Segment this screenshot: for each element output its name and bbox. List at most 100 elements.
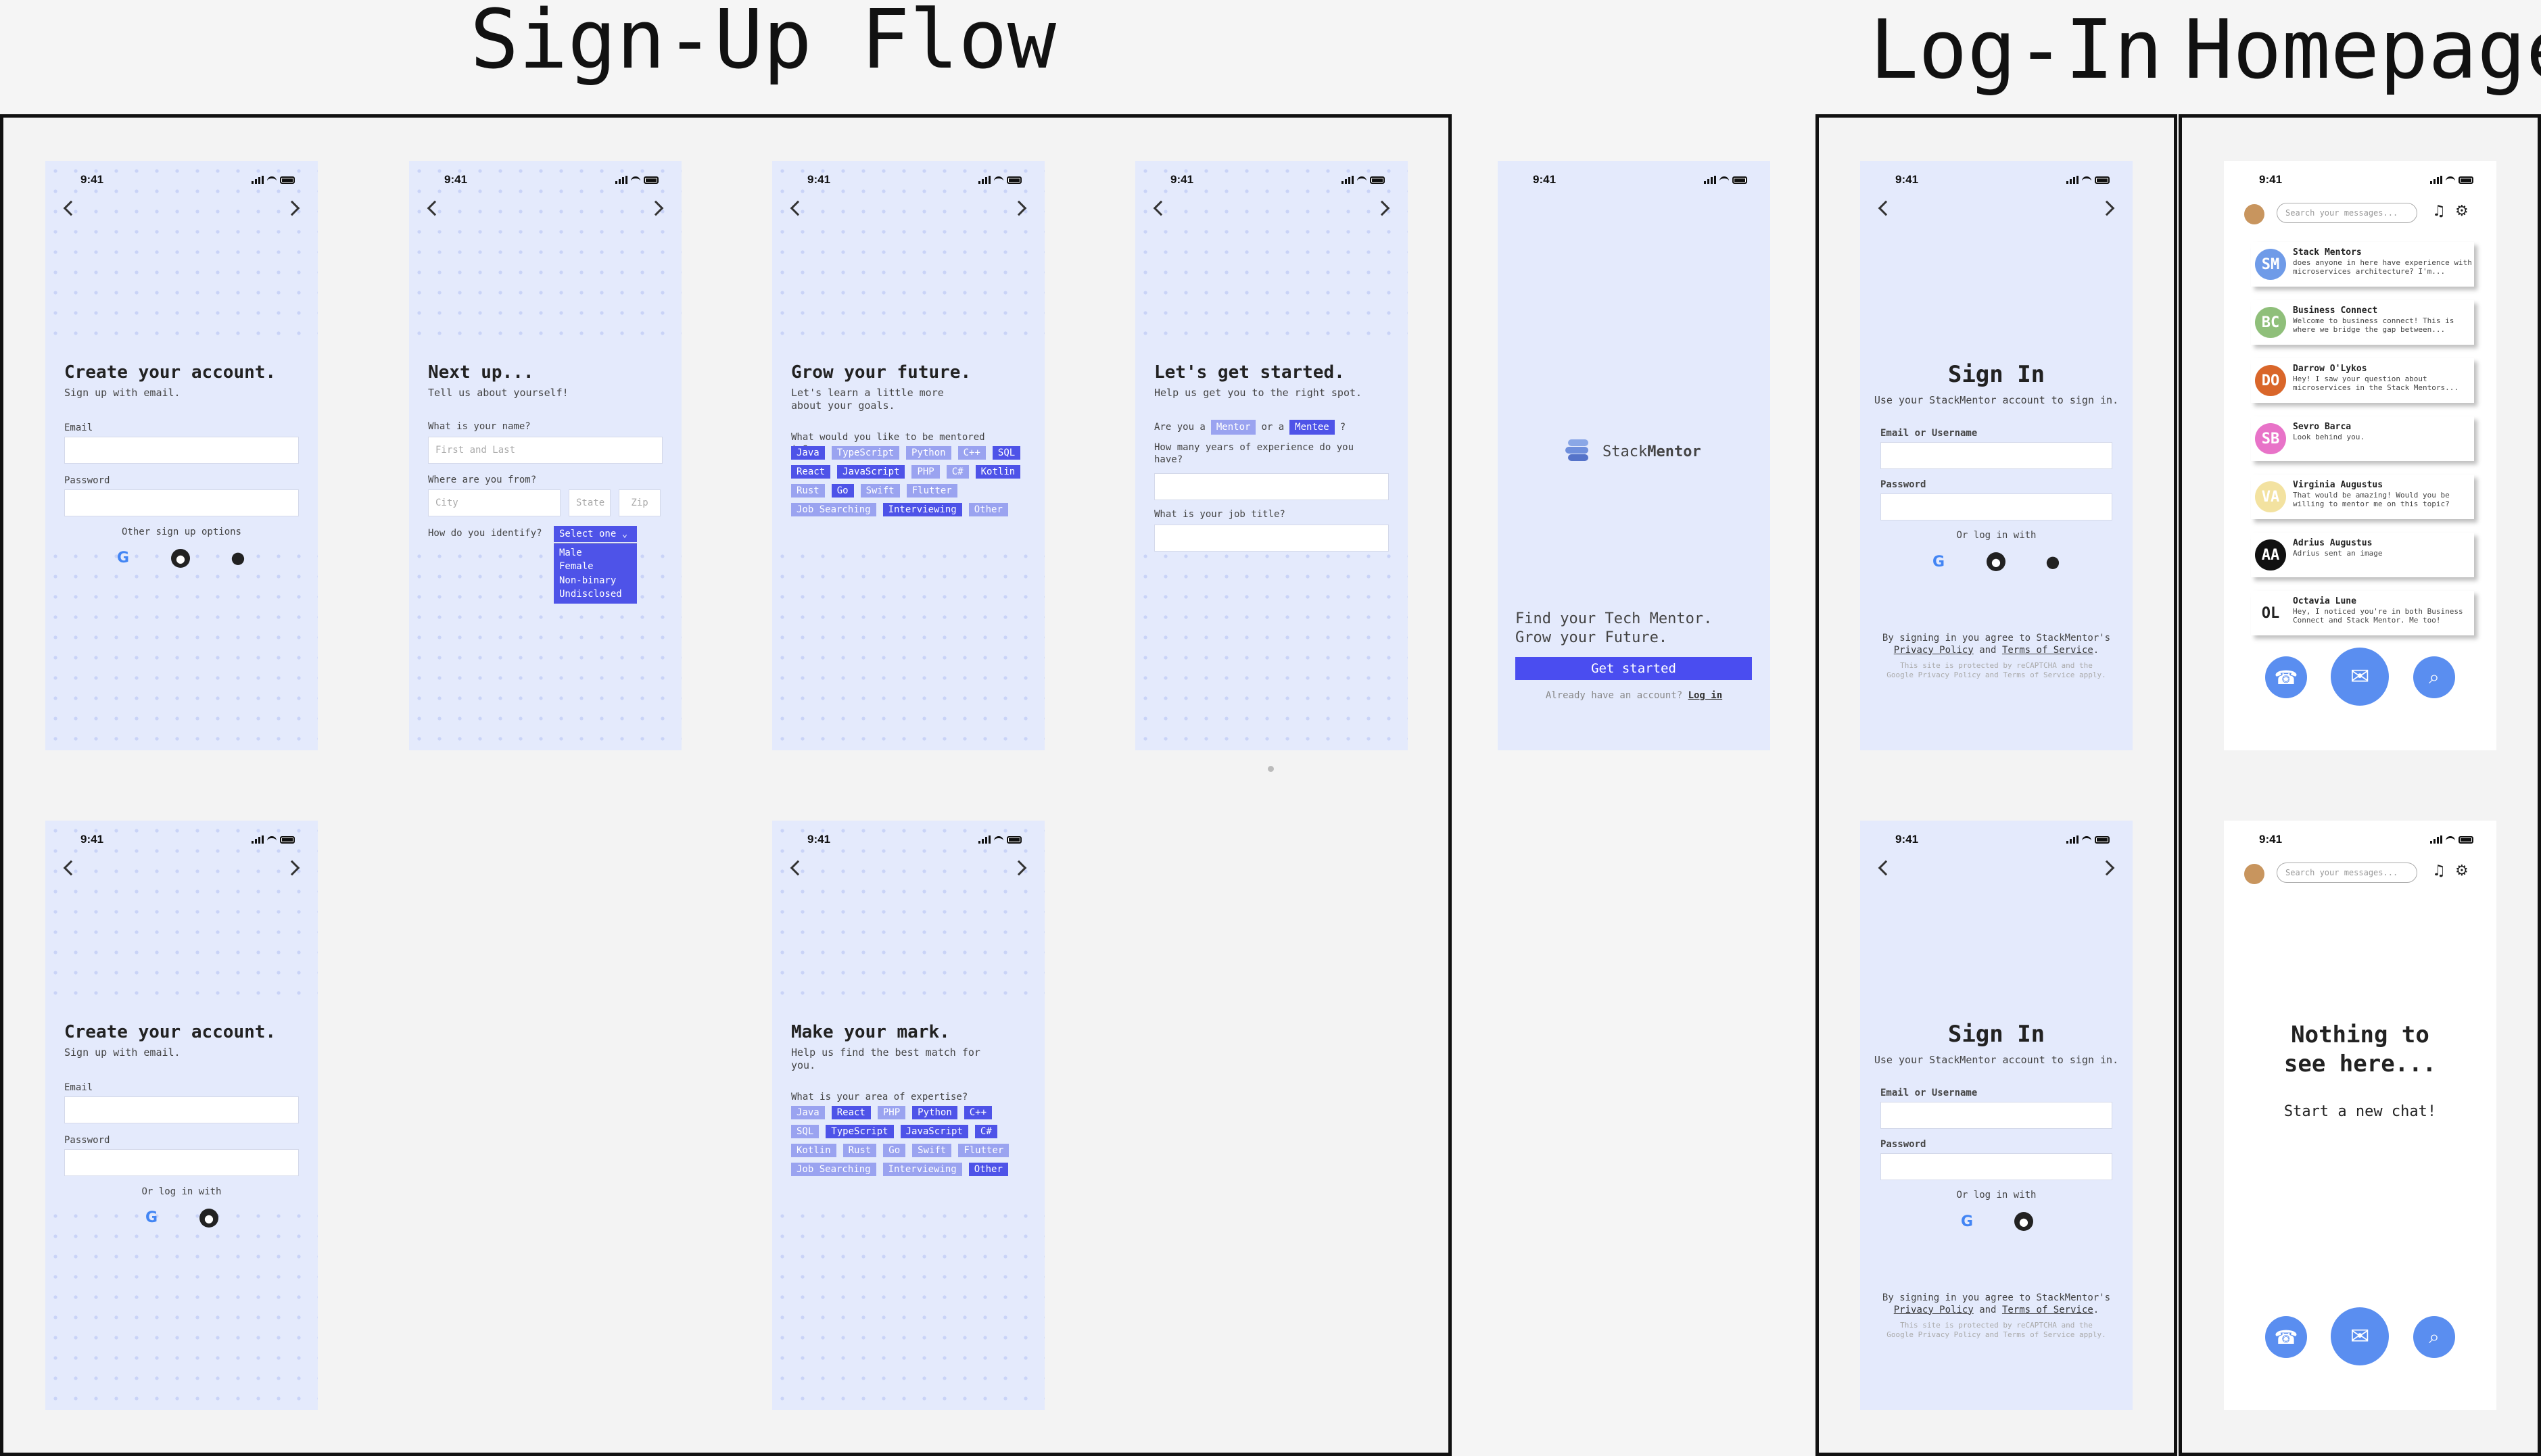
github-icon[interactable]: ●	[199, 1209, 218, 1228]
mentor-chip[interactable]: Mentor	[1210, 420, 1256, 435]
topic-chip[interactable]: Python	[906, 446, 951, 460]
topic-chip[interactable]: Flutter	[958, 1144, 1010, 1157]
chat-row[interactable]: OL Octavia Lune Hey, I noticed you're in b…	[2251, 591, 2474, 635]
search-icon[interactable]: ⌕	[2413, 656, 2455, 698]
avatar[interactable]	[2244, 864, 2264, 884]
call-icon[interactable]: ☎	[2265, 1316, 2307, 1358]
apple-icon[interactable]: ●	[2041, 550, 2064, 573]
github-icon[interactable]: ●	[171, 549, 190, 568]
city-field[interactable]: City	[428, 489, 561, 516]
email-field[interactable]	[64, 1096, 299, 1123]
topic-chip[interactable]: TypeScript	[826, 1125, 894, 1138]
google-icon[interactable]: G	[1955, 1210, 1978, 1233]
chat-row[interactable]: VA Virginia Augustus That would be amazing…	[2251, 475, 2474, 519]
back-icon[interactable]	[427, 200, 443, 216]
topic-chip[interactable]: Swift	[912, 1144, 952, 1157]
topic-chip[interactable]: Interviewing	[882, 503, 962, 516]
username-field[interactable]	[1880, 1102, 2112, 1129]
topic-chip[interactable]: Rust	[791, 484, 825, 498]
back-icon[interactable]	[1878, 200, 1894, 216]
bell-icon[interactable]: ♫	[2432, 203, 2446, 220]
topic-chip[interactable]: Interviewing	[882, 1163, 962, 1176]
chat-row[interactable]: SM Stack Mentors does anyone in here have …	[2251, 242, 2474, 287]
terms-link[interactable]: Terms of Service	[2002, 645, 2093, 656]
search-icon[interactable]: ⌕	[2413, 1316, 2455, 1358]
topic-chip[interactable]: JavaScript	[837, 465, 905, 479]
password-field[interactable]	[64, 1149, 299, 1176]
topic-chip[interactable]: C++	[964, 1106, 993, 1119]
topic-chip[interactable]: C++	[957, 446, 986, 460]
bell-icon[interactable]: ♫	[2432, 863, 2446, 879]
get-started-button[interactable]: Get started	[1515, 657, 1752, 680]
back-icon[interactable]	[1878, 860, 1894, 876]
topic-chip[interactable]: C#	[946, 465, 969, 479]
topic-chip[interactable]: SQL	[992, 446, 1021, 460]
state-field[interactable]: State	[569, 489, 611, 516]
privacy-link[interactable]: Privacy Policy	[1894, 1305, 1974, 1315]
terms-link[interactable]: Terms of Service	[2002, 1305, 2093, 1315]
mentee-chip[interactable]: Mentee	[1289, 420, 1335, 435]
search-input[interactable]: Search your messages...	[2277, 863, 2417, 883]
username-field[interactable]	[1880, 442, 2112, 469]
forward-icon[interactable]	[2099, 200, 2115, 216]
name-field[interactable]: First and Last	[428, 437, 663, 464]
topic-chip[interactable]: Java	[791, 1106, 825, 1119]
topic-chip[interactable]: PHP	[911, 465, 940, 479]
github-icon[interactable]: ●	[1987, 552, 2005, 571]
password-field[interactable]	[1880, 1153, 2112, 1180]
topic-chip[interactable]: Other	[968, 503, 1008, 516]
forward-icon[interactable]	[648, 200, 664, 216]
chat-row[interactable]: DO Darrow O'Lykos Hey! I saw your question…	[2251, 358, 2474, 403]
google-icon[interactable]: G	[1927, 550, 1950, 573]
avatar[interactable]	[2244, 204, 2264, 224]
option-male[interactable]: Male	[559, 546, 632, 560]
forward-icon[interactable]	[1374, 200, 1390, 216]
google-icon[interactable]: G	[112, 546, 135, 569]
new-chat-icon[interactable]: ✉	[2331, 1307, 2389, 1365]
chat-row[interactable]: BC Business Connect Welcome to business co…	[2251, 300, 2474, 345]
back-icon[interactable]	[1153, 200, 1169, 216]
back-icon[interactable]	[790, 200, 806, 216]
new-chat-icon[interactable]: ✉	[2331, 648, 2389, 706]
back-icon[interactable]	[63, 860, 79, 876]
identity-select[interactable]: Select one ⌄	[554, 526, 637, 543]
topic-chip[interactable]: Java	[791, 446, 825, 460]
topic-chip[interactable]: Kotlin	[975, 465, 1021, 479]
chat-row[interactable]: AA Adrius Augustus Adrius sent an image	[2251, 533, 2474, 577]
option-undisclosed[interactable]: Undisclosed	[559, 587, 632, 601]
topic-chip[interactable]: TypeScript	[831, 446, 900, 460]
option-female[interactable]: Female	[559, 560, 632, 573]
privacy-link[interactable]: Privacy Policy	[1894, 645, 1974, 656]
topic-chip[interactable]: Job Searching	[791, 503, 876, 516]
job-title-field[interactable]	[1154, 525, 1389, 552]
forward-icon[interactable]	[284, 200, 300, 216]
topic-chip[interactable]: React	[831, 1106, 871, 1119]
years-field[interactable]	[1154, 473, 1389, 500]
topic-chip[interactable]: React	[791, 465, 831, 479]
back-icon[interactable]	[790, 860, 806, 876]
search-input[interactable]: Search your messages...	[2277, 203, 2417, 223]
forward-icon[interactable]	[2099, 860, 2115, 876]
topic-chip[interactable]: Swift	[860, 484, 900, 498]
zip-field[interactable]: Zip	[619, 489, 661, 516]
topic-chip[interactable]: Go	[883, 1144, 906, 1157]
topic-chip[interactable]: Other	[968, 1163, 1008, 1176]
forward-icon[interactable]	[284, 860, 300, 876]
topic-chip[interactable]: Flutter	[906, 484, 957, 498]
topic-chip[interactable]: Go	[831, 484, 854, 498]
chat-row[interactable]: SB Sevro Barca Look behind you.	[2251, 416, 2474, 461]
login-link[interactable]: Log in	[1688, 690, 1723, 701]
apple-icon[interactable]: ●	[227, 546, 250, 569]
forward-icon[interactable]	[1011, 860, 1027, 876]
option-nonbinary[interactable]: Non-binary	[559, 574, 632, 587]
topic-chip[interactable]: Rust	[842, 1144, 877, 1157]
gear-icon[interactable]: ⚙	[2455, 203, 2469, 220]
call-icon[interactable]: ☎	[2265, 656, 2307, 698]
back-icon[interactable]	[63, 200, 79, 216]
gear-icon[interactable]: ⚙	[2455, 863, 2469, 879]
topic-chip[interactable]: SQL	[791, 1125, 820, 1138]
topic-chip[interactable]: C#	[974, 1125, 997, 1138]
topic-chip[interactable]: Job Searching	[791, 1163, 876, 1176]
forward-icon[interactable]	[1011, 200, 1027, 216]
topic-chip[interactable]: Python	[912, 1106, 957, 1119]
